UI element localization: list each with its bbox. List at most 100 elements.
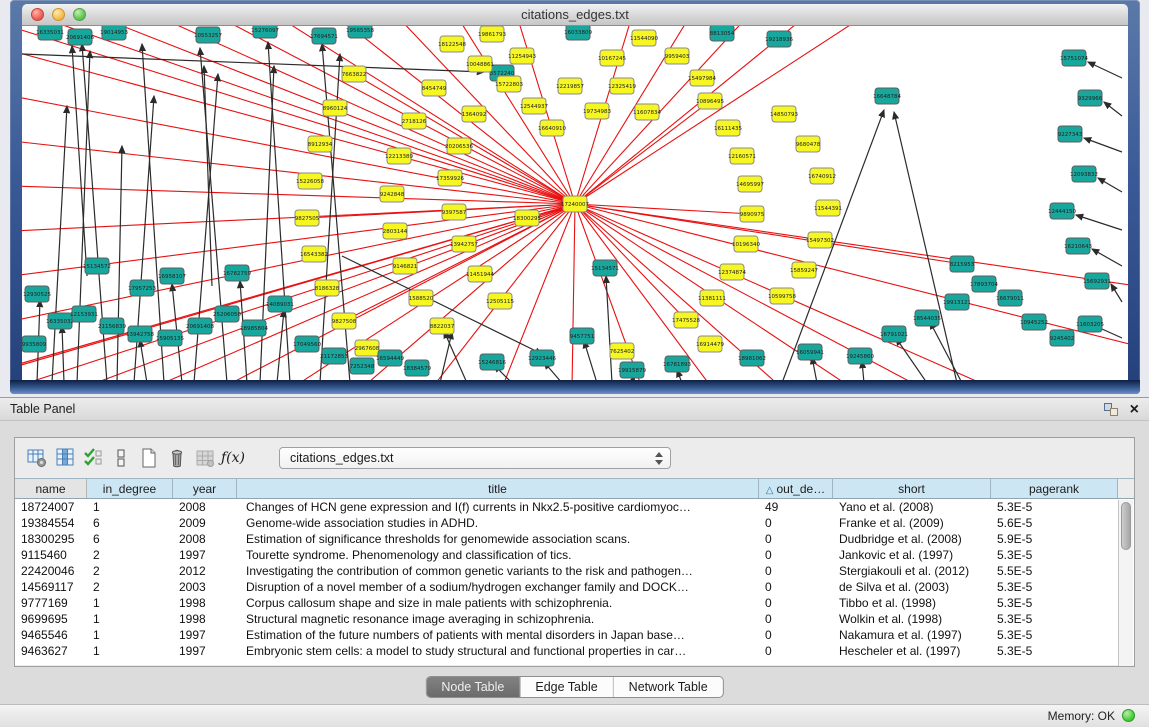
network-node[interactable]: 18981062 [738, 350, 766, 366]
network-node[interactable]: 15134571 [591, 260, 619, 276]
network-node[interactable]: 16543382 [300, 246, 328, 262]
network-node[interactable]: 1364092 [462, 106, 487, 122]
network-node[interactable]: 15692931 [1083, 273, 1111, 289]
table-row[interactable]: 1872400712008Changes of HCN gene express… [15, 499, 1134, 515]
network-node[interactable]: 13942758 [126, 326, 154, 342]
network-node[interactable]: 18384579 [403, 360, 431, 376]
network-node[interactable]: 11603205 [1076, 316, 1104, 332]
delete-table-icon[interactable] [163, 444, 191, 472]
table-row[interactable]: 969969511998Structural magnetic resonanc… [15, 611, 1134, 627]
network-node[interactable]: 12093832 [1070, 166, 1098, 182]
network-node[interactable]: 12444150 [1048, 203, 1076, 219]
network-node[interactable]: 8813054 [710, 26, 735, 41]
column-header-title[interactable]: title [237, 479, 759, 498]
network-node[interactable]: 16210643 [1064, 238, 1092, 254]
network-node[interactable]: 9397587 [442, 204, 467, 220]
network-node[interactable]: 19565358 [346, 26, 374, 38]
network-node[interactable]: 12153931 [70, 306, 98, 322]
minimize-window-button[interactable] [52, 8, 65, 21]
network-node[interactable]: 11451944 [466, 266, 494, 282]
network-node[interactable]: 16914479 [696, 336, 724, 352]
function-builder-icon[interactable]: ƒ(x) [219, 444, 247, 472]
network-canvas[interactable]: 1633503120691406190149531055325715276097… [22, 26, 1128, 380]
network-node[interactable]: 11544090 [630, 30, 658, 46]
network-node[interactable]: 2967608 [355, 340, 380, 356]
network-node[interactable]: 15276097 [251, 26, 279, 38]
network-node[interactable]: 14850793 [770, 106, 798, 122]
network-node[interactable]: 12160571 [728, 148, 756, 164]
network-node[interactable]: 9680478 [796, 136, 821, 152]
network-node[interactable]: 19734983 [583, 103, 611, 119]
table-row[interactable]: 1830029562008Estimation of significance … [15, 531, 1134, 547]
network-node[interactable]: 12930525 [23, 286, 51, 302]
network-node[interactable]: 8454749 [422, 80, 447, 96]
column-header-in_degree[interactable]: in_degree [87, 479, 173, 498]
network-node[interactable]: 9146821 [393, 258, 418, 274]
network-node[interactable]: 16791021 [880, 326, 908, 342]
network-node[interactable]: 9935809 [22, 336, 47, 352]
network-node[interactable]: 16740912 [808, 168, 836, 184]
network-node[interactable]: 25206050 [213, 306, 241, 322]
network-node[interactable]: 16594449 [376, 350, 404, 366]
table-settings-icon[interactable] [23, 444, 51, 472]
column-header-year[interactable]: year [173, 479, 237, 498]
table-row[interactable]: 1938455462009Genome-wide association stu… [15, 515, 1134, 531]
network-node[interactable]: 9457751 [570, 328, 595, 344]
network-node[interactable]: 21172853 [320, 348, 348, 364]
network-node[interactable]: 8912934 [308, 136, 333, 152]
new-table-icon[interactable] [135, 444, 163, 472]
network-node[interactable]: 15134572 [83, 258, 111, 274]
network-node[interactable]: 20206536 [445, 138, 473, 154]
network-node[interactable]: 9242848 [380, 186, 405, 202]
network-node[interactable]: 8960124 [323, 100, 348, 116]
network-node[interactable]: 10896495 [696, 93, 724, 109]
network-node[interactable]: 14089031 [266, 296, 294, 312]
network-node[interactable]: 16958107 [158, 268, 186, 284]
select-columns-icon[interactable] [79, 444, 107, 472]
network-node[interactable]: 2803144 [383, 223, 408, 239]
table-selector-dropdown[interactable]: citations_edges.txt [279, 447, 671, 469]
network-node[interactable]: 7252348 [350, 358, 375, 374]
network-node[interactable]: 12923446 [528, 350, 556, 366]
show-column-icon[interactable] [51, 444, 79, 472]
network-node[interactable]: 16640910 [538, 120, 566, 136]
network-node[interactable]: 15751074 [1060, 50, 1088, 66]
network-node[interactable]: 7625402 [610, 343, 635, 359]
network-node[interactable]: 8215953 [950, 256, 975, 272]
network-node[interactable]: 18300295 [513, 210, 541, 226]
network-node[interactable]: 20691406 [66, 29, 94, 45]
network-node[interactable]: 16033809 [564, 26, 592, 40]
network-node[interactable]: 19915879 [618, 362, 646, 378]
network-node[interactable]: 18122548 [438, 36, 466, 52]
close-panel-icon[interactable]: × [1130, 403, 1139, 417]
network-node[interactable]: 17893704 [970, 276, 998, 292]
network-node[interactable]: 12219857 [556, 78, 584, 94]
network-node[interactable]: 20691408 [186, 318, 214, 334]
table-row[interactable]: 911546021997Tourette syndrome. Phenomeno… [15, 547, 1134, 563]
network-node[interactable]: 16648784 [873, 88, 901, 104]
network-node[interactable]: 11254943 [508, 48, 536, 64]
network-node[interactable]: 9329966 [1078, 90, 1103, 106]
network-node[interactable]: 15722803 [495, 76, 523, 92]
table-row[interactable]: 946362711997Embryonic stem cells: a mode… [15, 643, 1134, 659]
network-window-titlebar[interactable]: citations_edges.txt [22, 4, 1128, 26]
column-header-out_degree[interactable]: △out_de… [759, 479, 833, 498]
network-node[interactable]: 9827508 [332, 313, 357, 329]
network-node[interactable]: 15859247 [790, 262, 818, 278]
network-node[interactable]: 18544035 [913, 310, 941, 326]
network-node[interactable]: 10167245 [598, 50, 626, 66]
network-node[interactable]: 17694571 [310, 28, 338, 44]
network-node[interactable]: 17240007 [561, 196, 589, 212]
network-node[interactable]: 11381111 [698, 290, 726, 306]
network-node[interactable]: 17957253 [128, 280, 156, 296]
network-node[interactable]: 19245860 [846, 348, 874, 364]
network-node[interactable]: 16679011 [996, 290, 1024, 306]
network-node[interactable]: 10196340 [732, 236, 760, 252]
column-header-pagerank[interactable]: pagerank [991, 479, 1118, 498]
network-node[interactable]: 15226058 [296, 173, 324, 189]
network-node[interactable]: 10945252 [1020, 314, 1048, 330]
network-node[interactable]: 14695997 [736, 176, 764, 192]
network-node[interactable]: 12374874 [718, 264, 746, 280]
network-node[interactable]: 10599758 [768, 288, 796, 304]
network-node[interactable]: 18985804 [240, 320, 268, 336]
